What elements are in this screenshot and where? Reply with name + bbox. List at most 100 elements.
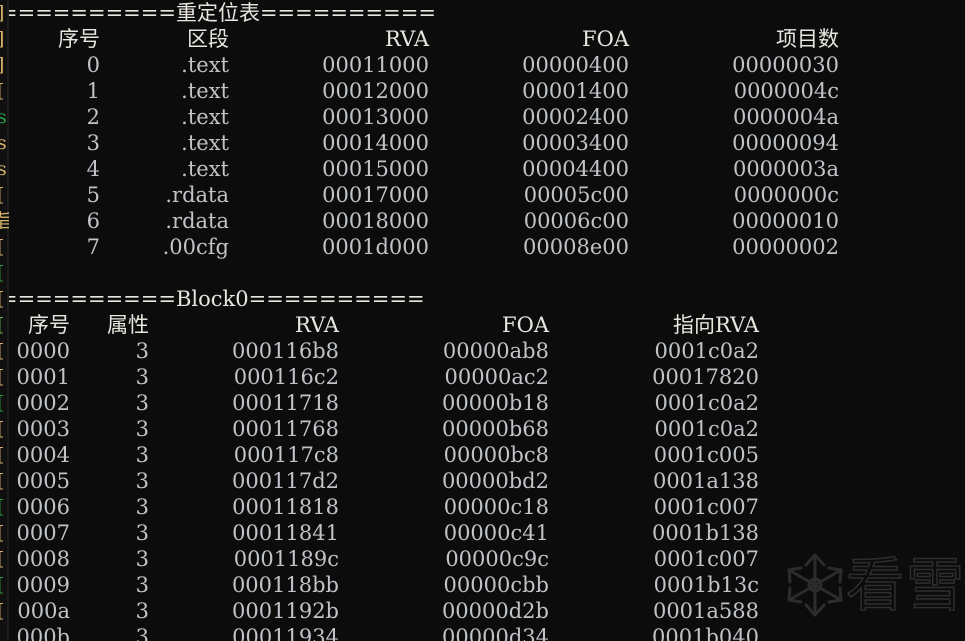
cell-attr: 3 [135,495,149,519]
cell-rva: 0001d000 [322,235,429,259]
table-row: 0006 3 00011818 00000c18 0001c007 [9,494,965,520]
cell-index: 0001 [16,365,70,389]
cell-foa: 00000c9c [445,547,549,571]
background-window-glyph-fragment: [ [0,598,9,624]
cell-target-rva: 0001c007 [653,547,759,571]
cell-rva: 000117d2 [232,469,339,493]
cell-index: 0 [86,53,100,77]
cell-foa: 00003400 [522,131,629,155]
column-header-5: 项目数 [776,27,839,51]
cell-foa: 00000ac2 [444,365,549,389]
background-window-glyph-fragment: [ [0,364,9,390]
cell-foa: 00000b18 [442,391,549,415]
table-row: 000a 3 0001192b 00000d2b 0001a588 [9,598,965,624]
cell-section: .text [181,131,229,155]
cell-index: 000a [17,599,70,623]
cell-attr: 3 [135,417,149,441]
table-row: 7 .00cfg 0001d000 00008e00 00000002 [9,234,965,260]
section-title-text: ==========重定位表========== [9,1,436,25]
background-window-glyph-fragment: [ [0,442,9,468]
cell-rva: 0001189c [233,547,339,571]
column-header-5: 指向RVA [673,313,759,337]
background-window-glyph-fragment: [ [0,494,9,520]
background-window-glyph-fragment: ] [0,0,9,26]
cell-foa: 00004400 [522,157,629,181]
cell-target-rva: 0001c0a2 [654,339,759,363]
background-window-glyph-fragment: [ [0,468,9,494]
cell-section: .text [181,105,229,129]
table-row: 0003 3 00011768 00000b68 0001c0a2 [9,416,965,442]
cell-rva: 00011000 [322,53,429,77]
cell-index: 0008 [16,547,70,571]
background-window-glyph-fragment: [ [0,338,9,364]
section-title-text: ==========Block0========== [9,287,425,311]
cell-foa: 00000c18 [443,495,549,519]
cell-rva: 00011718 [232,391,339,415]
background-window-glyph-fragment: [ [0,260,9,286]
cell-count: 0000000c [733,183,839,207]
cell-section: .00cfg [162,235,229,259]
cell-foa: 00008e00 [523,235,629,259]
cell-foa: 00000b68 [442,417,549,441]
cell-count: 0000004a [732,105,839,129]
background-window-glyph-fragment: s [0,158,7,180]
cell-index: 0005 [16,469,70,493]
cell-index: 0002 [16,391,70,415]
cell-count: 00000002 [732,235,839,259]
cell-foa: 00000ab8 [442,339,549,363]
cell-rva: 00013000 [322,105,429,129]
console-window[interactable]: ==========重定位表========== 序号 区段 RVA FOA 项目数 0 .t… [9,0,965,641]
cell-target-rva: 0001a588 [652,599,759,623]
cell-rva: 00012000 [322,79,429,103]
background-window-glyph-fragment: ] [0,52,9,78]
cell-target-rva: 0001b13c [653,573,759,597]
cell-index: 0006 [16,495,70,519]
cell-count: 0000003a [732,157,839,181]
background-window-sliver[interactable]: ]]][sss[旨[[[[[[[[[[[[[[[ [0,0,9,641]
background-window-glyph-fragment: 旨 [0,208,9,234]
cell-rva: 00015000 [322,157,429,181]
cell-index: 4 [86,157,100,181]
background-window-glyph-fragment: [ [0,572,9,598]
background-window-glyph-fragment: [ [0,234,9,260]
cell-rva: 00011841 [232,521,339,545]
column-header-3: RVA [385,27,429,51]
cell-rva: 0001192b [232,599,339,623]
table-row: 0004 3 000117c8 00000bc8 0001c005 [9,442,965,468]
cell-count: 00000010 [732,209,839,233]
cell-foa: 00000c41 [443,521,549,545]
background-window-glyph-fragment: [ [0,520,9,546]
column-header-4: FOA [582,27,629,51]
column-header-1: 序号 [28,313,70,337]
cell-rva: 000116b8 [232,339,339,363]
console-text-output: ==========重定位表========== 序号 区段 RVA FOA 项目数 0 .t… [9,0,965,641]
section-title-reloc-table: ==========重定位表========== [9,0,965,26]
cell-rva: 00018000 [322,209,429,233]
cell-attr: 3 [135,443,149,467]
cell-attr: 3 [135,365,149,389]
table-row: 0007 3 00011841 00000c41 0001b138 [9,520,965,546]
cell-rva: 00011768 [232,417,339,441]
cell-rva: 00011934 [232,625,339,641]
cell-target-rva: 0001c0a2 [654,391,759,415]
cell-attr: 3 [135,391,149,415]
cell-rva: 000117c8 [233,443,339,467]
column-header-2: 属性 [107,313,149,337]
cell-rva: 00014000 [322,131,429,155]
cell-target-rva: 0001c0a2 [654,417,759,441]
cell-foa: 00000d2b [441,599,549,623]
column-header-row-block0: 序号 属性 RVA FOA 指向RVA [9,312,965,338]
column-header-1: 序号 [58,27,100,51]
background-window-glyph-fragment: [ [0,546,9,572]
cell-foa: 00000d34 [442,625,549,641]
column-header-row-reloc-table: 序号 区段 RVA FOA 项目数 [9,26,965,52]
cell-foa: 00000cbb [443,573,549,597]
column-header-3: RVA [295,313,339,337]
cell-foa: 00000bd2 [441,469,549,493]
cell-attr: 3 [135,573,149,597]
cell-foa: 00001400 [522,79,629,103]
cell-foa: 00006c00 [523,209,629,233]
background-window-glyph-fragment: s [0,106,7,128]
cell-index: 0004 [16,443,70,467]
